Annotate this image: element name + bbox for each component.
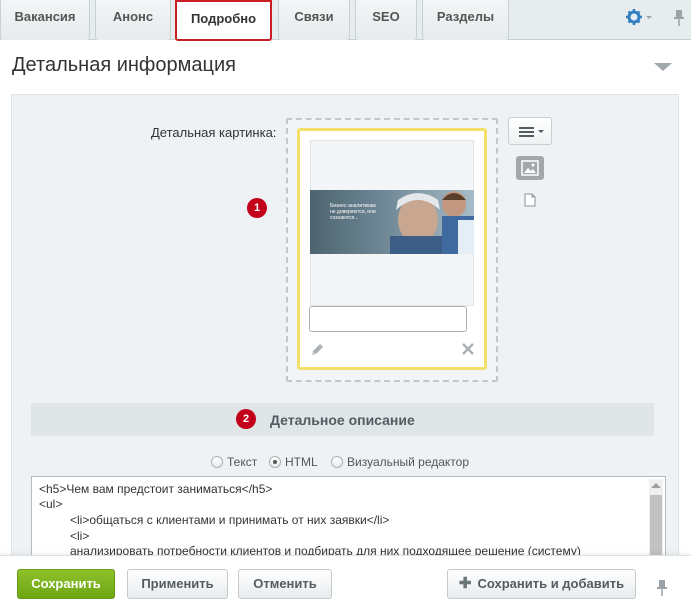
code-line: <li> [70, 529, 90, 543]
tab-vacancy[interactable]: Вакансия [0, 0, 90, 40]
tab-details[interactable]: Подробно [175, 0, 272, 41]
radio-text[interactable] [211, 456, 223, 468]
pin-icon [674, 10, 684, 26]
code-line: <li>общаться с клиентами и принимать от … [70, 513, 390, 527]
tab-label: Подробно [190, 11, 257, 26]
image-preview [310, 190, 474, 254]
code-line: <ul> [39, 497, 63, 511]
tab-seo[interactable]: SEO [355, 0, 417, 40]
image-menu-button[interactable] [508, 117, 552, 145]
apply-button[interactable]: Применить [127, 569, 228, 599]
edit-image-button[interactable] [309, 342, 325, 358]
detail-description-title: Детальное описание [270, 412, 415, 428]
tab-sections[interactable]: Разделы [422, 0, 509, 40]
save-button[interactable]: Сохранить [17, 569, 115, 599]
editor-mode-selector: Текст HTML Визуальный редактор [211, 455, 481, 471]
step-badge-2: 2 [236, 409, 256, 429]
tab-label: Анонс [112, 9, 154, 24]
pin-button[interactable] [672, 6, 686, 30]
scroll-up-arrow[interactable] [651, 483, 661, 488]
pin-footer-button[interactable] [656, 578, 668, 598]
file-icon [524, 193, 536, 207]
radio-html[interactable] [269, 456, 281, 468]
tab-bar: Вакансия Анонс Подробно Связи SEO Раздел… [0, 0, 691, 41]
gear-icon [626, 9, 652, 25]
save-and-add-label: Сохранить и добавить [477, 576, 625, 591]
tab-announce[interactable]: Анонс [95, 0, 171, 40]
section-title: Детальная информация [12, 54, 236, 76]
detail-picture-label: Детальная картинка: [151, 125, 277, 140]
tab-label: Связи [294, 9, 334, 24]
delete-image-button[interactable] [461, 342, 475, 356]
image-icon [521, 160, 539, 176]
tab-links[interactable]: Связи [278, 0, 350, 40]
file-view-toggle[interactable] [524, 193, 536, 207]
radio-visual-editor[interactable] [331, 456, 343, 468]
save-and-add-button[interactable]: ✚ Сохранить и добавить [447, 569, 636, 599]
image-caption: Бизнес-аналитикам не доверяются, они соз… [330, 203, 376, 221]
image-description-input[interactable] [309, 306, 467, 332]
tab-label: SEO [372, 9, 400, 24]
settings-button[interactable] [624, 6, 654, 30]
code-line: <h5>Чем вам предстоит заниматься</h5> [39, 482, 273, 496]
close-icon [462, 343, 474, 355]
radio-html-label: HTML [285, 455, 318, 469]
hamburger-icon [519, 127, 544, 137]
step-badge-1: 1 [247, 198, 267, 218]
plus-icon: ✚ [458, 575, 472, 592]
pencil-icon [312, 344, 323, 355]
radio-text-label: Текст [227, 455, 258, 469]
cancel-button[interactable]: Отменить [238, 569, 332, 599]
tab-label: Разделы [436, 9, 495, 24]
radio-visual-editor-label: Визуальный редактор [347, 455, 470, 469]
collapse-icon[interactable] [654, 63, 672, 71]
image-view-toggle[interactable] [516, 156, 544, 180]
tab-label: Вакансия [14, 9, 76, 24]
pin-icon [657, 580, 667, 596]
